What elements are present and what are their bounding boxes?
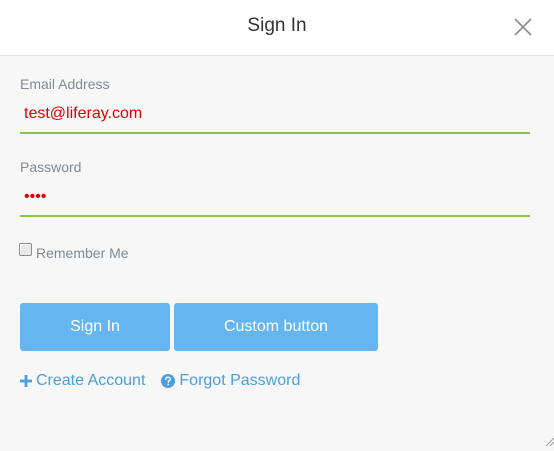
password-field[interactable] — [20, 179, 530, 217]
plus-icon — [20, 375, 32, 387]
remember-me-checkbox[interactable] — [19, 243, 32, 256]
custom-button[interactable]: Custom button — [174, 303, 378, 351]
dialog-title: Sign In — [247, 15, 307, 36]
create-account-label: Create Account — [36, 372, 146, 389]
remember-me-row[interactable]: Remember Me — [19, 242, 129, 261]
email-label: Email Address — [20, 76, 110, 92]
forgot-password-link[interactable]: Forgot Password — [161, 372, 300, 390]
footer-links: Create Account Forgot Password — [20, 372, 300, 390]
create-account-link[interactable]: Create Account — [20, 372, 145, 390]
resize-grip[interactable] — [544, 433, 554, 447]
remember-me-label: Remember Me — [36, 244, 129, 261]
password-label: Password — [20, 159, 82, 175]
question-circle-icon — [161, 374, 176, 388]
email-field[interactable] — [20, 96, 530, 134]
close-icon[interactable] — [513, 17, 533, 37]
sign-in-button[interactable]: Sign In — [20, 303, 170, 351]
dialog-header: Sign In — [0, 0, 554, 56]
forgot-password-label: Forgot Password — [179, 372, 301, 389]
